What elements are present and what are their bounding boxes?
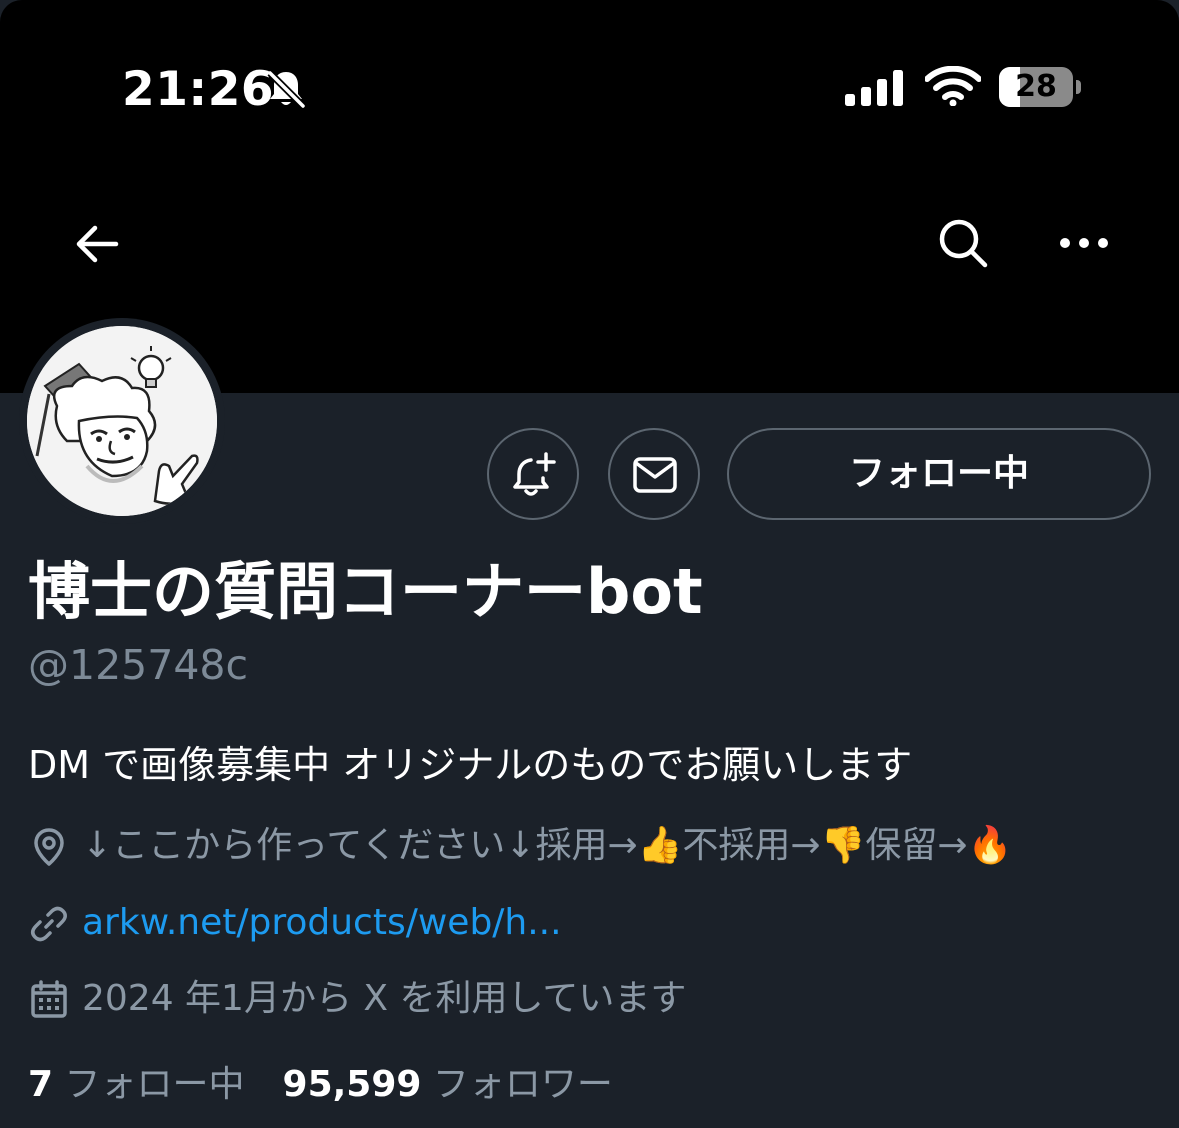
location-pin-icon [34, 828, 64, 866]
link-icon [31, 906, 67, 942]
joined-date: 2024 年1月から X を利用しています [82, 978, 687, 1019]
more-options-button[interactable] [1056, 218, 1112, 268]
bell-off-icon [267, 70, 306, 109]
following-button[interactable]: フォロー中 [727, 428, 1151, 520]
display-name: 博士の質問コーナーbot [28, 555, 703, 628]
notification-toggle-button[interactable] [487, 428, 579, 520]
profile-bio: DM で画像募集中 オリジナルのものでお願いします [28, 743, 913, 787]
followers-link[interactable]: 95,599 フォロワー [283, 1064, 613, 1105]
follow-stats: 7 フォロー中 95,599 フォロワー [28, 1060, 613, 1110]
status-time: 21:26 [122, 62, 275, 117]
battery-indicator: 28 [999, 67, 1083, 109]
followers-count: 95,599 [282, 1064, 422, 1105]
professor-illustration [27, 326, 217, 516]
following-count: 7 [28, 1064, 54, 1105]
battery-level: 28 [1015, 69, 1057, 104]
wifi-icon [925, 66, 981, 106]
following-label: フォロー中 [64, 1064, 245, 1105]
search-button[interactable] [934, 214, 992, 272]
location-text: ↓ここから作ってください↓採用→👍不採用→👎保留→🔥 [82, 825, 1013, 866]
back-button[interactable] [70, 216, 126, 272]
avatar[interactable] [27, 326, 217, 516]
message-button[interactable] [608, 428, 700, 520]
mail-icon [633, 457, 677, 493]
calendar-icon [31, 980, 67, 1018]
arrow-left-icon [76, 225, 119, 263]
search-icon [939, 219, 988, 268]
more-horizontal-icon [1060, 238, 1108, 248]
cellular-signal-icon [845, 70, 903, 106]
bell-plus-icon [513, 452, 556, 496]
followers-label: フォロワー [432, 1064, 613, 1105]
user-handle: @125748c [28, 641, 249, 689]
website-link[interactable]: arkw.net/products/web/h... [82, 899, 562, 947]
following-link[interactable]: 7 フォロー中 [28, 1064, 245, 1105]
